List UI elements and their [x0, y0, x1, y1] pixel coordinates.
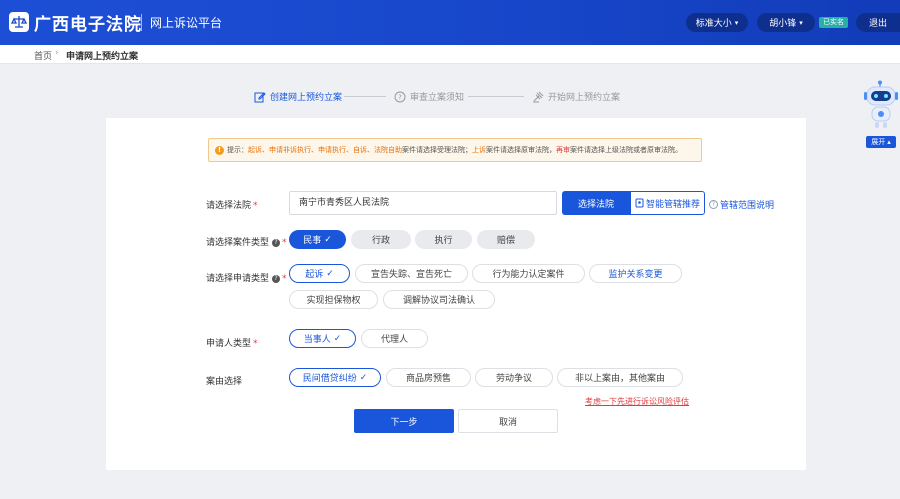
apply-type-mediation[interactable]: 调解协议司法确认	[383, 290, 495, 309]
apply-type-capacity[interactable]: 行为能力认定案件	[472, 264, 585, 283]
help-icon: ?	[709, 200, 718, 209]
brand-title: 广西电子法院	[34, 15, 142, 35]
notice-text: 案件请选择上级法院或者原审法院。	[570, 146, 682, 154]
case-type-compensation[interactable]: 赔偿	[477, 230, 535, 249]
court-label: 请选择法院 *	[206, 201, 258, 211]
help-icon: ?	[272, 275, 281, 283]
applicant-party[interactable]: 当事人 ✓	[289, 329, 356, 348]
step-connector	[468, 96, 524, 97]
apply-type-security[interactable]: 实现担保物权	[289, 290, 378, 309]
step-label: 审查立案须知	[410, 93, 465, 103]
assistant-robot-icon[interactable]	[862, 80, 900, 132]
notice-highlight: 起诉、申请非诉执行、申请执行、自诉、法院自助	[248, 146, 402, 154]
court-logo-icon	[9, 12, 29, 32]
scope-link-label: 管辖范围说明	[720, 201, 775, 211]
check-icon: ✓	[333, 333, 342, 344]
check-icon: ✓	[359, 372, 368, 383]
shield-icon	[635, 198, 644, 208]
verified-badge: 已实名	[819, 17, 848, 28]
chevron-right-icon: ›	[55, 48, 59, 58]
apply-type-label: 请选择申请类型? *	[206, 274, 287, 284]
apply-type-sue[interactable]: 起诉 ✓	[289, 264, 350, 283]
step-label: 开始网上预约立案	[548, 93, 621, 103]
help-icon: ?	[272, 239, 281, 247]
notice-banner: ! 提示： 起诉、申请非诉执行、申请执行、自诉、法院自助 案件请选择受理法院； …	[208, 138, 702, 162]
breadcrumb: 首页 › 申请网上预约立案	[0, 45, 900, 64]
check-icon: ✓	[326, 268, 334, 279]
notice-text: 案件请选择受理法院；	[402, 146, 472, 154]
step-create: 创建网上预约立案	[254, 90, 342, 103]
select-court-button[interactable]: 选择法院	[562, 191, 630, 215]
step-label: 创建网上预约立案	[270, 93, 343, 103]
breadcrumb-home[interactable]: 首页	[34, 49, 52, 62]
notice-highlight: 再审	[556, 146, 570, 154]
svg-text:?: ?	[398, 93, 402, 101]
case-type-admin[interactable]: 行政	[351, 230, 411, 249]
gavel-icon	[533, 91, 544, 102]
step-connector	[344, 96, 386, 97]
cause-private-loan[interactable]: 民间借贷纠纷 ✓	[289, 368, 381, 387]
step-review: ? 审查立案须知	[394, 90, 464, 103]
case-type-label: 请选择案件类型? *	[206, 238, 287, 248]
applicant-agent[interactable]: 代理人	[361, 329, 428, 348]
chevron-down-icon: ▾	[734, 18, 739, 27]
apply-type-missing-death[interactable]: 宣告失踪、宣告死亡	[355, 264, 468, 283]
cause-labor[interactable]: 劳动争议	[475, 368, 553, 387]
court-input[interactable]: 南宁市青秀区人民法院	[289, 191, 557, 215]
risk-assessment-link[interactable]: 考虑一下先进行诉讼风险评估	[585, 396, 689, 407]
top-header: 广西电子法院 网上诉讼平台 标准大小 ▾ 胡小锋 ▾ 已实名 退出	[0, 0, 900, 45]
user-name: 胡小锋	[769, 19, 797, 29]
logout-button[interactable]: 退出	[856, 13, 900, 32]
question-circle-icon: ?	[394, 91, 406, 102]
notice-text: 案件请选择原审法院，	[486, 146, 556, 154]
cause-other[interactable]: 非以上案由，其他案由	[557, 368, 683, 387]
case-type-execution[interactable]: 执行	[415, 230, 472, 249]
platform-title: 网上诉讼平台	[150, 16, 223, 30]
smart-button-label: 智能管辖推荐	[645, 199, 700, 210]
notice-highlight: 上诉	[472, 146, 486, 154]
cause-presale[interactable]: 商品房预售	[386, 368, 471, 387]
smart-jurisdiction-button[interactable]: 智能管辖推荐	[630, 191, 705, 215]
user-dropdown[interactable]: 胡小锋 ▾	[757, 13, 815, 32]
cancel-button[interactable]: 取消	[458, 409, 558, 433]
font-size-label: 标准大小	[695, 19, 732, 29]
jurisdiction-scope-link[interactable]: ? 管辖范围说明	[709, 198, 774, 211]
edit-icon	[254, 91, 266, 102]
font-size-dropdown[interactable]: 标准大小 ▾	[686, 13, 748, 32]
brand-divider	[141, 14, 142, 31]
case-type-civil[interactable]: 民事 ✓	[289, 230, 346, 249]
warning-icon: !	[215, 145, 224, 155]
notice-prefix: 提示：	[227, 146, 248, 154]
apply-type-guardianship[interactable]: 监护关系变更	[589, 264, 682, 283]
check-icon: ✓	[324, 234, 332, 245]
cause-label: 案由选择	[206, 377, 243, 387]
breadcrumb-current: 申请网上预约立案	[66, 52, 139, 62]
chevron-up-icon: ▴	[887, 138, 891, 146]
applicant-label: 申请人类型 *	[206, 339, 258, 349]
expand-label: 展开	[871, 138, 886, 146]
next-step-button[interactable]: 下一步	[354, 409, 454, 433]
chevron-down-icon: ▾	[799, 18, 803, 27]
expand-button[interactable]: 展开 ▴	[866, 136, 896, 148]
step-start: 开始网上预约立案	[532, 90, 620, 103]
